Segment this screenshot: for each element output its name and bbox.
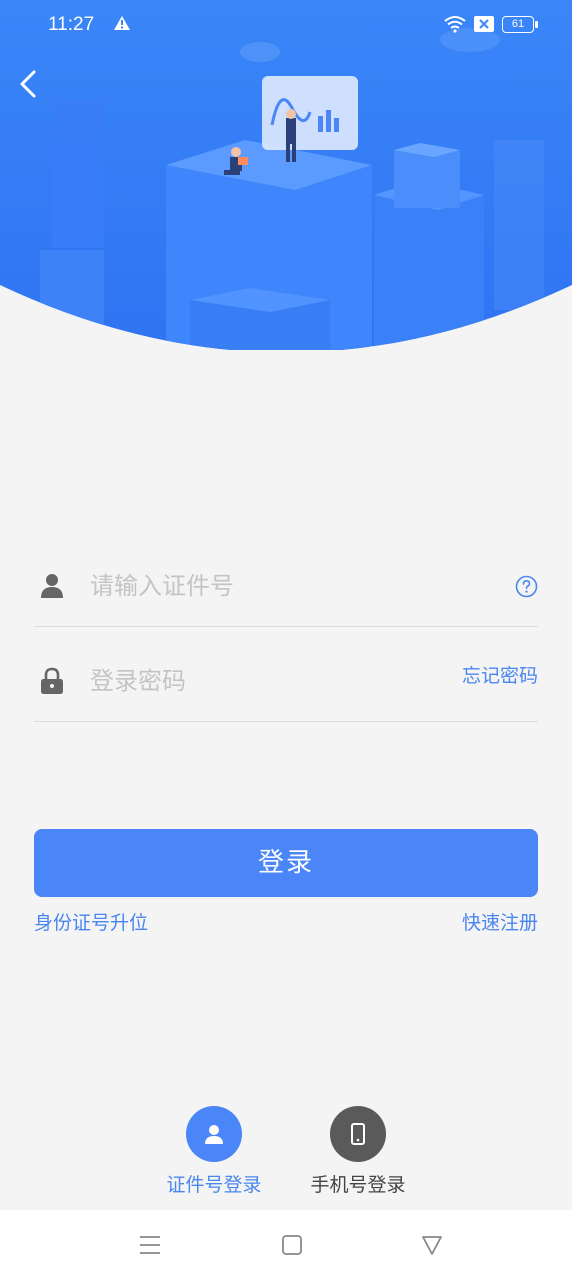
id-number-field <box>34 556 538 627</box>
square-home-icon[interactable] <box>278 1232 306 1258</box>
battery-icon: 61 <box>502 16 538 33</box>
id-login-mode-label: 证件号登录 <box>166 1174 262 1196</box>
menu-icon[interactable] <box>136 1232 164 1258</box>
id-number-input[interactable] <box>90 566 450 606</box>
user-icon <box>205 1125 223 1144</box>
password-input[interactable] <box>90 661 450 701</box>
battery-level: 61 <box>511 18 525 30</box>
quick-register-link[interactable]: 快速注册 <box>462 908 538 935</box>
question-circle-icon[interactable] <box>515 575 538 598</box>
status-bar: 11:27 61 <box>0 0 572 52</box>
warning-icon <box>114 16 130 30</box>
wifi-icon <box>444 16 466 33</box>
lock-icon <box>41 667 63 694</box>
id-login-mode-circle <box>186 1106 242 1162</box>
system-nav-bar <box>0 1210 572 1280</box>
id-login-mode[interactable]: 证件号登录 <box>149 1106 279 1197</box>
user-icon <box>41 574 63 598</box>
login-button[interactable]: 登录 <box>34 829 538 897</box>
password-field: 忘记密码 <box>34 651 538 722</box>
phone-login-mode-circle <box>330 1106 386 1162</box>
forgot-password-link[interactable]: 忘记密码 <box>462 661 538 688</box>
status-time: 11:27 <box>48 14 95 35</box>
phone-login-mode[interactable]: 手机号登录 <box>293 1106 423 1197</box>
no-sim-icon <box>474 16 494 32</box>
triangle-back-icon[interactable] <box>418 1232 446 1258</box>
id-upgrade-link[interactable]: 身份证号升位 <box>34 908 148 935</box>
phone-icon <box>351 1123 365 1145</box>
phone-login-mode-label: 手机号登录 <box>310 1174 406 1196</box>
back-chevron-icon[interactable] <box>14 66 46 102</box>
hero-banner <box>0 0 572 350</box>
hero-illustration <box>0 0 572 350</box>
